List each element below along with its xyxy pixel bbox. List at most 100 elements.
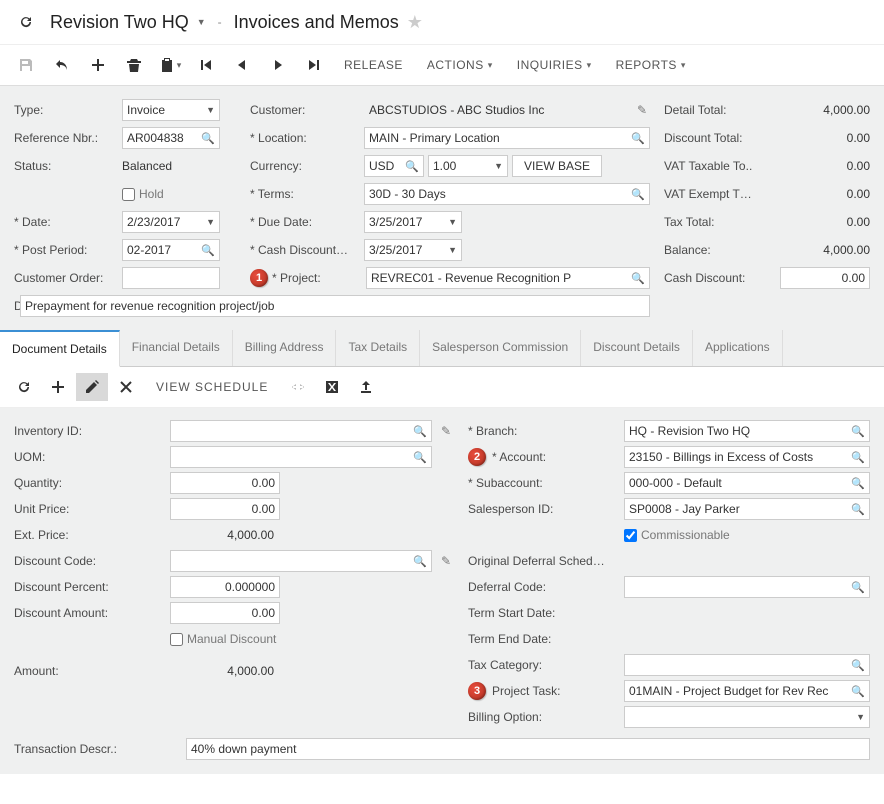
- company-dropdown-icon[interactable]: ▼: [197, 17, 206, 27]
- tab-document-details[interactable]: Document Details: [0, 330, 120, 367]
- project-input[interactable]: REVREC01 - Revenue Recognition P🔍: [366, 267, 650, 289]
- customer-value: ABCSTUDIOS - ABC Studios Inc: [364, 99, 630, 121]
- origdefer-label: Original Deferral Sched…: [468, 554, 618, 568]
- uom-input[interactable]: 🔍: [170, 446, 432, 468]
- delete-icon[interactable]: [118, 51, 150, 79]
- inventory-input[interactable]: 🔍: [170, 420, 432, 442]
- reports-menu[interactable]: REPORTS▾: [606, 52, 696, 78]
- projecttask-label: Project Task:: [492, 684, 618, 698]
- branch-label: * Branch:: [468, 424, 618, 438]
- view-schedule-button[interactable]: VIEW SCHEDULE: [144, 374, 280, 400]
- discount-total-label: Discount Total:: [664, 131, 743, 145]
- currency-rate-input[interactable]: 1.00▼: [428, 155, 508, 177]
- hold-checkbox[interactable]: Hold: [122, 187, 164, 201]
- tab-financial-details[interactable]: Financial Details: [120, 330, 233, 366]
- next-record-icon[interactable]: [262, 51, 294, 79]
- defercode-input[interactable]: 🔍: [624, 576, 870, 598]
- billingopt-input[interactable]: ▼: [624, 706, 870, 728]
- disccode-edit-icon[interactable]: ✎: [438, 554, 454, 568]
- cashdisc-input[interactable]: 3/25/2017▼: [364, 239, 462, 261]
- prev-record-icon[interactable]: [226, 51, 258, 79]
- qty-label: Quantity:: [14, 476, 164, 490]
- unitprice-input[interactable]: 0.00: [170, 498, 280, 520]
- qty-input[interactable]: 0.00: [170, 472, 280, 494]
- cash-discount-input[interactable]: 0.00: [780, 267, 870, 289]
- balance-label: Balance:: [664, 243, 711, 257]
- duedate-input[interactable]: 3/25/2017▼: [364, 211, 462, 233]
- commissionable-checkbox[interactable]: Commissionable: [624, 528, 730, 542]
- taxcat-input[interactable]: 🔍: [624, 654, 870, 676]
- refnbr-label: Reference Nbr.:: [14, 131, 118, 145]
- termstart-label: Term Start Date:: [468, 606, 618, 620]
- tab-billing-address[interactable]: Billing Address: [233, 330, 337, 366]
- tab-discount-details[interactable]: Discount Details: [581, 330, 693, 366]
- inventory-label: Inventory ID:: [14, 424, 164, 438]
- inquiries-menu[interactable]: INQUIRIES▾: [507, 52, 602, 78]
- branch-input[interactable]: HQ - Revision Two HQ🔍: [624, 420, 870, 442]
- balance-value: 4,000.00: [780, 243, 870, 257]
- grid-add-icon[interactable]: [42, 373, 74, 401]
- actions-menu[interactable]: ACTIONS▾: [417, 52, 503, 78]
- viewbase-button[interactable]: VIEW BASE: [512, 155, 602, 177]
- vat-taxable-label: VAT Taxable To..: [664, 159, 752, 173]
- grid-delete-icon[interactable]: [110, 373, 142, 401]
- account-input[interactable]: 23150 - Billings in Excess of Costs🔍: [624, 446, 870, 468]
- manualdisc-checkbox[interactable]: Manual Discount: [170, 632, 276, 646]
- custorder-input[interactable]: [122, 267, 220, 289]
- date-label: Date:: [14, 215, 118, 229]
- grid-upload-icon[interactable]: [350, 373, 382, 401]
- tax-total-label: Tax Total:: [664, 215, 714, 229]
- currency-input[interactable]: USD🔍: [364, 155, 424, 177]
- refnbr-input[interactable]: AR004838🔍: [122, 127, 220, 149]
- company-title[interactable]: Revision Two HQ: [50, 12, 189, 33]
- grid-refresh-icon[interactable]: [8, 373, 40, 401]
- last-record-icon[interactable]: [298, 51, 330, 79]
- type-select[interactable]: Invoice▼: [122, 99, 220, 121]
- extprice-value: 4,000.00: [170, 528, 280, 542]
- custorder-label: Customer Order:: [14, 271, 118, 285]
- release-button[interactable]: RELEASE: [334, 52, 413, 78]
- subaccount-input[interactable]: 000-000 - Default🔍: [624, 472, 870, 494]
- description-input[interactable]: Prepayment for revenue recognition proje…: [20, 295, 650, 317]
- discamt-input[interactable]: 0.00: [170, 602, 280, 624]
- tab-applications[interactable]: Applications: [693, 330, 783, 366]
- amount-value: 4,000.00: [170, 664, 280, 678]
- first-record-icon[interactable]: [190, 51, 222, 79]
- location-input[interactable]: MAIN - Primary Location🔍: [364, 127, 650, 149]
- refresh-icon[interactable]: [10, 8, 42, 36]
- callout-2: 2: [468, 448, 486, 466]
- project-label: Project:: [272, 271, 362, 285]
- tab-tax-details[interactable]: Tax Details: [336, 330, 420, 366]
- cash-discount-label: Cash Discount:: [664, 271, 745, 285]
- cashdisc-label: Cash Discount…: [250, 243, 360, 257]
- customer-edit-icon[interactable]: ✎: [634, 103, 650, 117]
- add-icon[interactable]: [82, 51, 114, 79]
- grid-export-icon[interactable]: [316, 373, 348, 401]
- duedate-label: Due Date:: [250, 215, 360, 229]
- billingopt-label: Billing Option:: [468, 710, 618, 724]
- amount-label: Amount:: [14, 664, 164, 678]
- title-separator: -: [218, 15, 222, 29]
- inventory-edit-icon[interactable]: ✎: [438, 424, 454, 438]
- salesperson-label: Salesperson ID:: [468, 502, 618, 516]
- termend-label: Term End Date:: [468, 632, 618, 646]
- customer-label: Customer:: [250, 103, 360, 117]
- save-icon[interactable]: [10, 51, 42, 79]
- disccode-input[interactable]: 🔍: [170, 550, 432, 572]
- clipboard-icon[interactable]: ▾: [154, 51, 186, 79]
- discpct-input[interactable]: 0.000000: [170, 576, 280, 598]
- terms-input[interactable]: 30D - 30 Days🔍: [364, 183, 650, 205]
- discpct-label: Discount Percent:: [14, 580, 164, 594]
- disccode-label: Discount Code:: [14, 554, 164, 568]
- projecttask-input[interactable]: 01MAIN - Project Budget for Rev Rec🔍: [624, 680, 870, 702]
- favorite-star-icon[interactable]: ★: [407, 12, 423, 33]
- undo-icon[interactable]: [46, 51, 78, 79]
- salesperson-input[interactable]: SP0008 - Jay Parker🔍: [624, 498, 870, 520]
- date-input[interactable]: 2/23/2017▼: [122, 211, 220, 233]
- transdesc-input[interactable]: 40% down payment: [186, 738, 870, 760]
- postperiod-input[interactable]: 02-2017🔍: [122, 239, 220, 261]
- discount-total-value: 0.00: [780, 131, 870, 145]
- grid-fit-icon[interactable]: [282, 373, 314, 401]
- tab-salesperson-commission[interactable]: Salesperson Commission: [420, 330, 581, 366]
- grid-edit-icon[interactable]: [76, 373, 108, 401]
